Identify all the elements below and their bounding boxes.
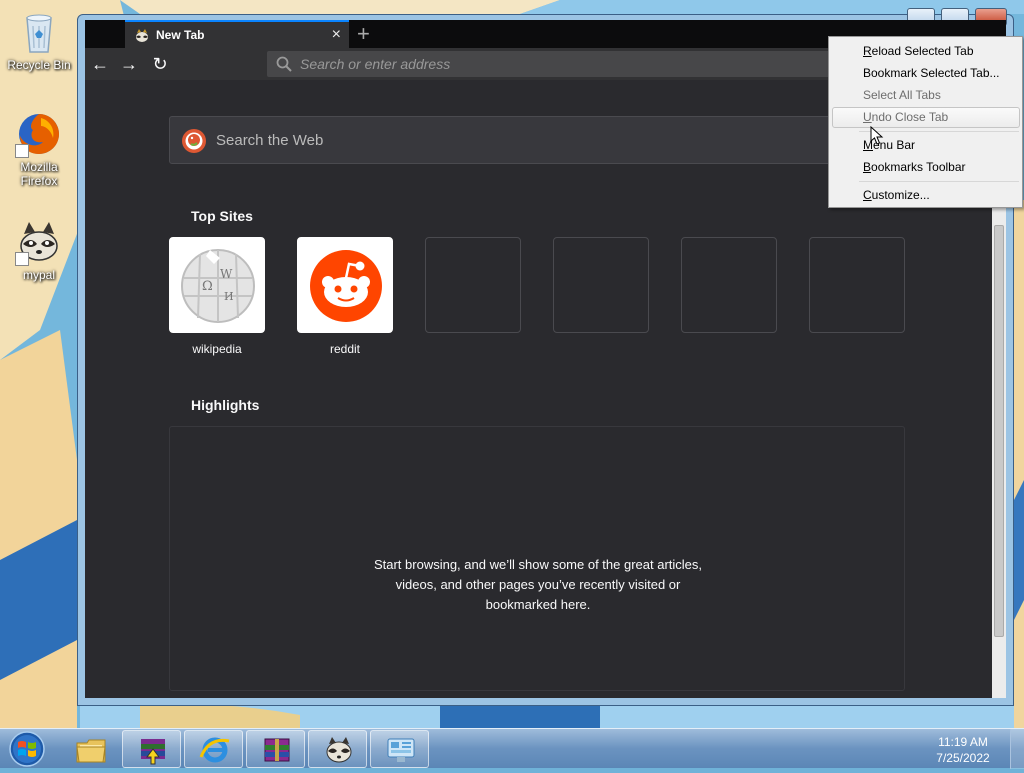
menu-item-label: Select All Tabs [863, 88, 941, 102]
shortcut-arrow-icon [15, 144, 29, 158]
menu-mnemonic: R [863, 44, 872, 58]
taskbar-file-explorer[interactable] [60, 730, 119, 768]
taskbar-mypal[interactable] [308, 730, 367, 768]
desktop-icon-label: Recycle Bin [7, 58, 71, 72]
top-site-empty[interactable] [809, 237, 905, 333]
show-desktop-button[interactable] [1010, 729, 1024, 769]
start-button[interactable] [4, 730, 50, 768]
menu-mnemonic: C [863, 188, 872, 202]
top-site-reddit[interactable] [297, 237, 393, 333]
menu-item-label: ustomize... [871, 188, 930, 202]
clock-date: 7/25/2022 [936, 751, 990, 765]
wikipedia-icon: Ω W И [181, 249, 255, 323]
highlights-empty-message: Start browsing, and we’ll show some of t… [373, 557, 703, 612]
file-explorer-icon [76, 739, 106, 763]
desktop-icon-label: mypal [22, 268, 55, 282]
firefox-icon [15, 110, 63, 158]
taskbar-control-panel[interactable] [370, 730, 429, 768]
search-icon [276, 56, 292, 72]
highlights-section: Start browsing, and we’ll show some of t… [169, 426, 905, 691]
top-site-empty[interactable] [553, 237, 649, 333]
search-the-web-input[interactable]: Search the Web [169, 116, 905, 164]
mouse-cursor-icon [870, 126, 884, 145]
menu-mnemonic: B [863, 160, 872, 174]
svg-text:W: W [220, 267, 233, 281]
menu-item-bookmarks-toolbar[interactable]: Bookmarks Toolbar [863, 157, 966, 177]
taskbar-internet-explorer[interactable] [184, 730, 243, 768]
mypal-icon [15, 218, 63, 266]
menu-item-undo-close-tab[interactable]: Undo Close Tab [863, 107, 948, 127]
top-site-empty[interactable] [425, 237, 521, 333]
menu-item-reload-selected-tab[interactable]: Reload Selected Tab [863, 41, 974, 61]
menu-item-label: eload Selected Tab [871, 44, 974, 58]
taskbar: 11:19 AM 7/25/2022 [0, 728, 1024, 769]
tab-title: New Tab [156, 28, 205, 42]
tab-new-tab[interactable]: New Tab × [125, 20, 349, 48]
address-bar-placeholder: Search or enter address [300, 56, 451, 72]
back-button[interactable]: ← [88, 52, 112, 76]
desktop-icon-mypal[interactable]: mypal [1, 218, 77, 282]
reddit-icon [310, 250, 382, 322]
mypal-favicon-icon [136, 29, 148, 42]
top-site-wikipedia[interactable]: Ω W И [169, 237, 265, 333]
winrar-icon [264, 738, 290, 762]
svg-text:И: И [224, 290, 234, 303]
desktop-icon-recycle-bin[interactable]: Recycle Bin [1, 8, 77, 72]
desktop-icon-firefox[interactable]: Mozilla Firefox [1, 110, 77, 188]
clock-time: 11:19 AM [938, 735, 988, 749]
system-clock[interactable]: 11:19 AM 7/25/2022 [928, 734, 998, 766]
svg-text:Ω: Ω [202, 279, 213, 294]
winrar-installer-icon [141, 739, 165, 765]
top-site-label: wikipedia [192, 342, 242, 356]
mypal-icon [326, 737, 352, 763]
duckduckgo-icon [182, 129, 206, 153]
top-sites-title: Top Sites [191, 208, 253, 224]
new-tab-button[interactable]: + [357, 21, 370, 47]
top-site-label: reddit [329, 342, 361, 356]
menu-item-label: ndo Close Tab [871, 110, 949, 124]
reload-button[interactable]: ↻ [148, 52, 172, 76]
shortcut-arrow-icon [15, 252, 29, 266]
internet-explorer-icon [199, 737, 230, 763]
menu-mnemonic: U [863, 110, 872, 124]
menu-separator [859, 181, 1019, 182]
taskbar-winrar-installer[interactable] [122, 730, 181, 768]
recycle-bin-icon [15, 8, 63, 56]
menu-item-bookmark-selected-tab[interactable]: Bookmark Selected Tab... [863, 63, 1000, 83]
tab-context-menu: Reload Selected Tab Bookmark Selected Ta… [828, 36, 1023, 208]
desktop-icon-label: Mozilla Firefox [20, 160, 58, 188]
menu-item-label: ookmarks Toolbar [871, 160, 966, 174]
menu-item-label: Bookmark Selected Tab... [863, 66, 1000, 80]
scrollbar-thumb[interactable] [994, 225, 1004, 637]
highlights-title: Highlights [191, 397, 260, 413]
tab-close-icon[interactable]: × [332, 26, 341, 44]
forward-button[interactable]: → [117, 52, 141, 76]
control-panel-icon [387, 738, 415, 762]
menu-item-select-all-tabs[interactable]: Select All Tabs [863, 85, 941, 105]
taskbar-winrar[interactable] [246, 730, 305, 768]
top-site-empty[interactable] [681, 237, 777, 333]
search-the-web-placeholder: Search the Web [216, 132, 324, 149]
menu-item-customize[interactable]: Customize... [863, 185, 930, 205]
